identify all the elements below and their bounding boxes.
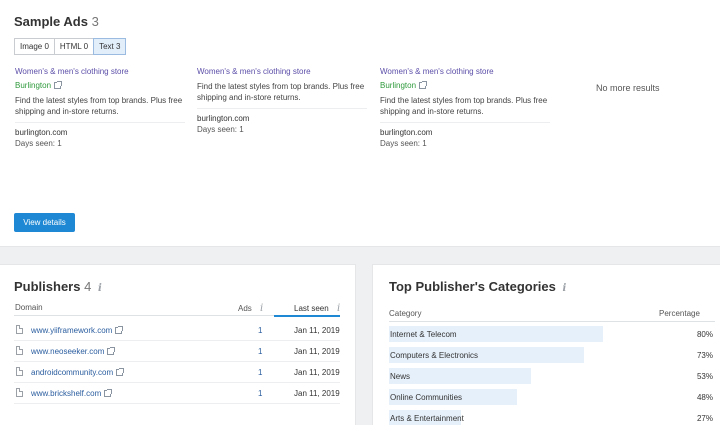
info-icon[interactable]: i [260,303,263,314]
category-percentage: 27% [696,414,713,423]
filter-image-button[interactable]: Image 0 [14,38,55,55]
ad-days-seen: Days seen: 1 [15,139,62,148]
category-row: News 53% [389,367,715,385]
publisher-domain-link[interactable]: www.yiiframework.com [31,326,124,335]
ad-description: Find the latest styles from top brands. … [380,95,550,123]
publisher-ads-count[interactable]: 1 [258,389,262,398]
column-header-ads[interactable]: Ads i [238,303,263,314]
external-link-icon [54,81,63,89]
ad-days-seen: Days seen: 1 [380,139,427,148]
info-icon[interactable]: i [98,283,102,294]
ad-headline-link[interactable]: Women's & men's clothing store [380,67,550,76]
categories-panel: Top Publisher's Categories i Category Pe… [372,264,720,425]
file-icon [16,367,23,376]
category-percentage: 53% [696,372,713,381]
category-name: News [390,372,411,381]
categories-title: Top Publisher's Categories i [389,279,566,294]
ad-days-seen: Days seen: 1 [197,125,244,134]
ad-description: Find the latest styles from top brands. … [197,81,367,109]
file-icon [16,388,23,397]
publisher-domain-text: www.yiiframework.com [31,326,113,335]
category-percentage: 48% [696,393,713,402]
external-link-icon [116,368,125,376]
ad-headline-link[interactable]: Women's & men's clothing store [15,67,185,76]
table-row: www.yiiframework.com 1 Jan 11, 2019 [14,320,340,341]
file-icon [16,346,23,355]
ad-brand-text: Burlington [380,81,417,90]
sample-ads-title: Sample Ads 3 [14,14,99,29]
info-icon[interactable]: i [337,303,340,314]
filter-text-button[interactable]: Text 3 [93,38,127,55]
column-header-category: Category [389,309,422,318]
ad-brand-text: Burlington [15,81,52,90]
ad-brand-link[interactable]: Burlington [15,81,185,90]
publisher-domain-link[interactable]: androidcommunity.com [31,368,125,377]
publishers-title-text: Publishers [14,279,81,294]
ad-description: Find the latest styles from top brands. … [15,95,185,123]
file-icon [16,325,23,334]
category-row: Computers & Electronics 73% [389,346,715,364]
publisher-ads-count[interactable]: 1 [258,347,262,356]
external-link-icon [419,81,428,89]
column-header-ads-text: Ads [238,304,252,313]
no-more-results: No more results [596,83,660,93]
publisher-domain-text: www.neoseeker.com [31,347,105,356]
sorted-column-indicator [274,315,340,317]
publishers-panel: Publishers 4 i Domain Ads i Last seen i … [0,264,356,425]
category-row: Internet & Telecom 80% [389,325,715,343]
ad-brand-link[interactable]: Burlington [380,81,550,90]
view-details-button[interactable]: View details [14,213,75,232]
category-name: Computers & Electronics [390,351,479,360]
ad-headline-link[interactable]: Women's & men's clothing store [197,67,367,76]
ad-type-filter: Image 0 HTML 0 Text 3 [14,38,127,55]
column-header-last-seen-text: Last seen [294,304,329,313]
publishers-title: Publishers 4 i [14,279,102,294]
table-row: androidcommunity.com 1 Jan 11, 2019 [14,362,340,383]
publisher-ads-count[interactable]: 1 [258,326,262,335]
category-name: Online Communities [390,393,463,402]
publisher-domain-text: www.brickshelf.com [31,389,102,398]
publishers-count: 4 [84,279,92,294]
sample-ads-title-text: Sample Ads [14,14,88,29]
publisher-domain-text: androidcommunity.com [31,368,114,377]
column-header-last-seen[interactable]: Last seen i [294,303,340,314]
publisher-last-seen: Jan 11, 2019 [294,389,340,398]
category-name: Internet & Telecom [390,330,457,339]
table-row: www.brickshelf.com 1 Jan 11, 2019 [14,383,340,404]
external-link-icon [104,389,113,397]
category-row: Arts & Entertainment 27% [389,409,715,425]
category-percentage: 73% [696,351,713,360]
category-percentage: 80% [696,330,713,339]
category-row: Online Communities 48% [389,388,715,406]
sample-ads-panel: Sample Ads 3 Image 0 HTML 0 Text 3 Women… [0,0,720,247]
ad-card-2: Women's & men's clothing store Find the … [197,67,367,134]
ad-card-1: Women's & men's clothing store Burlingto… [15,67,185,148]
filter-html-button[interactable]: HTML 0 [53,38,95,55]
external-link-icon [107,347,116,355]
info-icon[interactable]: i [562,283,566,294]
publisher-ads-count[interactable]: 1 [258,368,262,377]
table-row: www.neoseeker.com 1 Jan 11, 2019 [14,341,340,362]
publisher-last-seen: Jan 11, 2019 [294,368,340,377]
publisher-domain-link[interactable]: www.neoseeker.com [31,347,116,356]
category-bar [389,368,531,384]
publisher-last-seen: Jan 11, 2019 [294,326,340,335]
column-header-domain: Domain [15,303,43,312]
column-header-percentage: Percentage [659,309,700,318]
ad-card-3: Women's & men's clothing store Burlingto… [380,67,550,148]
publisher-domain-link[interactable]: www.brickshelf.com [31,389,113,398]
sample-ads-count: 3 [91,14,99,29]
ad-domain: burlington.com [197,114,250,123]
category-name: Arts & Entertainment [390,414,464,423]
categories-title-text: Top Publisher's Categories [389,279,556,294]
ad-domain: burlington.com [15,128,68,137]
header-divider [389,321,715,322]
ad-domain: burlington.com [380,128,433,137]
external-link-icon [115,326,124,334]
publisher-last-seen: Jan 11, 2019 [294,347,340,356]
